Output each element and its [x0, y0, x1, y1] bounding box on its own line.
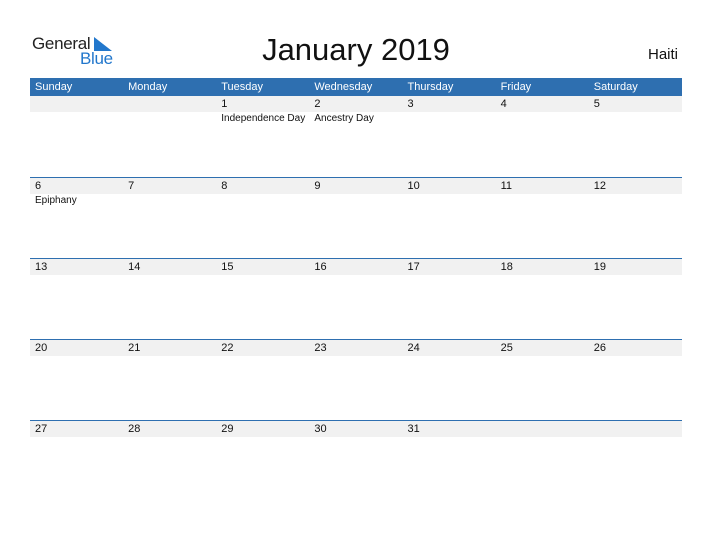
holiday-label — [589, 194, 682, 208]
day-number — [30, 96, 123, 112]
day-number: 6 — [35, 180, 42, 192]
day-number: 3 — [407, 98, 414, 110]
holiday-label — [123, 112, 216, 126]
weekday-saturday: Saturday — [593, 81, 638, 93]
week-row: 1 2 3 4 5 Independence Day Ancestry Day — [30, 96, 682, 177]
week-row: 27 28 29 30 31 — [30, 420, 682, 501]
date-band: 13 14 15 16 17 18 19 — [30, 259, 682, 275]
holiday-label — [496, 112, 589, 126]
day-number: 17 — [407, 261, 420, 273]
day-number: 31 — [407, 423, 420, 435]
day-number: 16 — [314, 261, 327, 273]
holiday-label — [589, 112, 682, 126]
day-number: 25 — [500, 342, 513, 354]
weekday-wednesday: Wednesday — [314, 81, 373, 93]
weekday-sunday: Sunday — [35, 81, 73, 93]
day-number: 21 — [128, 342, 141, 354]
day-number: 10 — [407, 180, 420, 192]
holiday-label: Ancestry Day — [314, 113, 374, 124]
date-band: 6 7 8 9 10 11 12 — [30, 178, 682, 194]
events-row: Epiphany — [30, 194, 682, 208]
holiday-label — [309, 194, 402, 208]
day-number: 12 — [593, 180, 606, 192]
day-number: 23 — [314, 342, 327, 354]
day-number — [589, 421, 682, 437]
date-band: 20 21 22 23 24 25 26 — [30, 340, 682, 356]
holiday-label: Epiphany — [35, 195, 77, 206]
holiday-label — [216, 194, 309, 208]
holiday-label — [403, 112, 496, 126]
day-number: 4 — [500, 98, 507, 110]
calendar-grid: Sunday Monday Tuesday Wednesday Thursday Frid… — [30, 78, 682, 501]
day-number: 15 — [221, 261, 234, 273]
holiday-label: Independence Day — [221, 113, 306, 124]
day-number: 7 — [128, 180, 135, 192]
day-number — [496, 421, 589, 437]
day-number: 11 — [500, 180, 513, 192]
day-number: 29 — [221, 423, 234, 435]
day-number: 1 — [221, 98, 228, 110]
holiday-label — [496, 194, 589, 208]
weekday-thursday: Thursday — [407, 81, 454, 93]
day-number: 26 — [593, 342, 606, 354]
events-row: Independence Day Ancestry Day — [30, 112, 682, 126]
country-label: Haiti — [647, 46, 678, 63]
day-number: 8 — [221, 180, 228, 192]
holiday-label — [123, 194, 216, 208]
date-band: 27 28 29 30 31 — [30, 421, 682, 437]
day-number: 13 — [35, 261, 48, 273]
date-band: 1 2 3 4 5 — [30, 96, 682, 112]
day-number: 20 — [35, 342, 48, 354]
day-number: 27 — [35, 423, 48, 435]
day-number: 28 — [128, 423, 141, 435]
day-number: 9 — [314, 180, 321, 192]
calendar-title: January 2019 — [262, 32, 450, 67]
weekday-monday: Monday — [128, 81, 168, 93]
day-number: 14 — [128, 261, 141, 273]
holiday-label — [403, 194, 496, 208]
day-number: 22 — [221, 342, 234, 354]
holiday-label — [30, 112, 123, 126]
day-number: 5 — [593, 98, 600, 110]
day-number: 18 — [500, 261, 513, 273]
weekday-header: Sunday Monday Tuesday Wednesday Thursday Frid… — [30, 78, 682, 96]
week-row: 13 14 15 16 17 18 19 — [30, 258, 682, 339]
week-row: 20 21 22 23 24 25 26 — [30, 339, 682, 420]
day-number: 30 — [314, 423, 327, 435]
day-number: 19 — [593, 261, 606, 273]
week-row: 6 7 8 9 10 11 12 Epiphany — [30, 177, 682, 258]
weekday-tuesday: Tuesday — [221, 81, 264, 93]
day-number: 2 — [314, 98, 321, 110]
day-number: 24 — [407, 342, 420, 354]
day-number — [123, 96, 216, 112]
weekday-friday: Friday — [500, 81, 532, 93]
